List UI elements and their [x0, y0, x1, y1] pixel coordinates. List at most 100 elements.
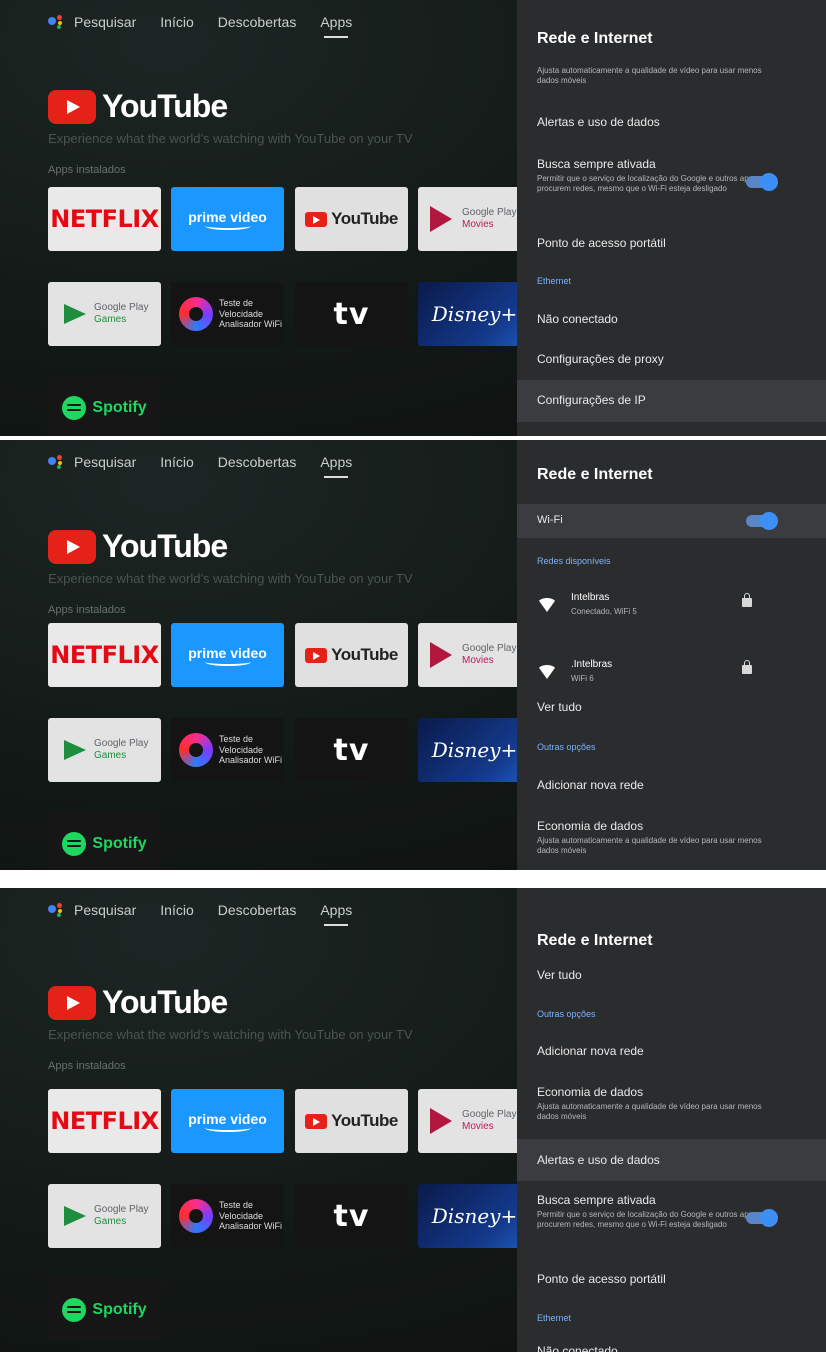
google-assistant-icon[interactable]	[48, 455, 66, 469]
app-google-play-movies[interactable]: Google Play Movies	[418, 623, 531, 687]
app-youtube[interactable]: YouTube	[295, 623, 408, 687]
network-item[interactable]: Intelbras Conectado, WiFi 5	[537, 590, 797, 626]
wifi-toggle[interactable]	[746, 512, 778, 530]
games-name: Games	[94, 1216, 127, 1227]
app-google-play-movies[interactable]: Google Play Movies	[418, 187, 531, 251]
hero-tagline: Experience what the world's watching wit…	[48, 131, 413, 146]
menu-proxy[interactable]: Configurações de proxy	[517, 352, 826, 366]
nav-search[interactable]: Pesquisar	[74, 454, 136, 470]
menu-not-connected[interactable]: Não conectado	[517, 1344, 826, 1352]
app-apple-tv[interactable]: tv	[295, 718, 408, 782]
menu-add-network[interactable]: Adicionar nova rede	[517, 778, 826, 792]
menu-hotspot[interactable]: Ponto de acesso portátil	[517, 1272, 826, 1286]
spotify-icon	[62, 396, 87, 420]
app-apple-tv[interactable]: tv	[295, 282, 408, 346]
nav-apps[interactable]: Apps	[320, 902, 352, 926]
prime-smile-icon	[204, 1124, 251, 1132]
app-prime-video[interactable]: prime video	[171, 187, 284, 251]
app-spotify[interactable]: Spotify	[48, 376, 161, 436]
panel-title: Rede e Internet	[537, 466, 653, 483]
app-netflix-label: NETFLIX	[50, 641, 159, 669]
always-scan-toggle[interactable]	[746, 1209, 778, 1227]
app-google-play-movies[interactable]: Google Play Movies	[418, 1089, 531, 1153]
play-movies-icon	[430, 642, 452, 668]
always-scan-toggle[interactable]	[746, 173, 778, 191]
nav-home[interactable]: Início	[160, 902, 193, 918]
menu-data-alerts[interactable]: Alertas e uso de dados	[517, 115, 826, 129]
data-saver-desc: Ajusta automaticamente a qualidade de ví…	[537, 836, 762, 855]
movies-name: Movies	[462, 1121, 494, 1132]
data-saver-desc: Ajusta automaticamente a qualidade de ví…	[537, 1102, 762, 1121]
app-disney-plus[interactable]: Disney+	[418, 282, 531, 346]
nav-discover[interactable]: Descobertas	[218, 14, 297, 30]
app-spotify[interactable]: Spotify	[48, 812, 161, 870]
speed-line-1: Teste de	[219, 734, 254, 745]
menu-ip-settings[interactable]: Configurações de IP	[517, 380, 826, 422]
app-disney-label: Disney+	[431, 302, 518, 326]
app-netflix[interactable]: NETFLIX	[48, 1089, 161, 1153]
not-connected-label: Não conectado	[537, 1344, 618, 1352]
menu-always-scan[interactable]: Busca sempre ativada Permitir que o serv…	[517, 1193, 826, 1229]
data-alerts-label: Alertas e uso de dados	[537, 115, 660, 129]
wifi-signal-icon	[537, 665, 557, 679]
app-apple-tv[interactable]: tv	[295, 1184, 408, 1248]
nav-discover[interactable]: Descobertas	[218, 902, 297, 918]
app-spotify[interactable]: Spotify	[48, 1278, 161, 1342]
app-youtube[interactable]: YouTube	[295, 1089, 408, 1153]
hotspot-label: Ponto de acesso portátil	[537, 236, 666, 250]
nav-apps[interactable]: Apps	[320, 454, 352, 478]
network-item[interactable]: .Intelbras WiFi 6	[537, 657, 797, 693]
app-prime-video[interactable]: prime video	[171, 623, 284, 687]
app-netflix[interactable]: NETFLIX	[48, 187, 161, 251]
youtube-hero-logo: YouTube	[48, 88, 228, 125]
google-assistant-icon[interactable]	[48, 903, 66, 917]
section-available-networks: Redes disponíveis	[537, 556, 611, 566]
menu-always-scan[interactable]: Busca sempre ativada Permitir que o serv…	[517, 157, 826, 193]
app-google-play-games[interactable]: Google Play Games	[48, 718, 161, 782]
app-prime-video[interactable]: prime video	[171, 1089, 284, 1153]
nav-home[interactable]: Início	[160, 14, 193, 30]
network-settings-panel: Rede e Internet Wi-Fi Redes disponíveis …	[517, 440, 826, 870]
menu-data-saver[interactable]: Economia de dados Ajusta automaticamente…	[517, 1085, 826, 1121]
google-assistant-icon[interactable]	[48, 15, 66, 29]
menu-hotspot[interactable]: Ponto de acesso portátil	[517, 236, 826, 250]
app-youtube-label: YouTube	[331, 645, 398, 664]
nav-apps[interactable]: Apps	[320, 14, 352, 38]
menu-data-alerts[interactable]: Alertas e uso de dados	[517, 1139, 826, 1181]
hero-tagline: Experience what the world's watching wit…	[48, 1027, 413, 1042]
speed-test-icon	[179, 297, 213, 331]
see-all-label: Ver tudo	[537, 700, 582, 714]
menu-data-saver[interactable]: Economia de dados Ajusta automaticamente…	[517, 819, 826, 855]
app-disney-plus[interactable]: Disney+	[418, 718, 531, 782]
movies-name: Movies	[462, 219, 494, 230]
app-speed-test[interactable]: Teste de Velocidade Analisador WiFi	[171, 282, 284, 346]
menu-wifi[interactable]: Wi-Fi	[517, 504, 826, 538]
app-youtube[interactable]: YouTube	[295, 187, 408, 251]
section-other-options: Outras opções	[537, 742, 596, 752]
screen-3: Pesquisar Início Descobertas Apps YouTub…	[0, 888, 826, 1352]
app-speed-test[interactable]: Teste de Velocidade Analisador WiFi	[171, 1184, 284, 1248]
add-network-label: Adicionar nova rede	[537, 1044, 644, 1058]
movies-name: Movies	[462, 655, 494, 666]
lock-icon	[742, 593, 752, 607]
screen-1: Pesquisar Início Descobertas Apps YouTub…	[0, 0, 826, 436]
app-disney-plus[interactable]: Disney+	[418, 1184, 531, 1248]
menu-not-connected[interactable]: Não conectado	[517, 312, 826, 326]
app-google-play-games[interactable]: Google Play Games	[48, 282, 161, 346]
app-google-play-games[interactable]: Google Play Games	[48, 1184, 161, 1248]
menu-see-all[interactable]: Ver tudo	[517, 700, 826, 714]
app-speed-test[interactable]: Teste de Velocidade Analisador WiFi	[171, 718, 284, 782]
menu-add-network[interactable]: Adicionar nova rede	[517, 1044, 826, 1058]
top-nav: Pesquisar Início Descobertas Apps	[48, 14, 352, 38]
app-spotify-label: Spotify	[92, 399, 147, 416]
panel-title: Rede e Internet	[537, 932, 653, 949]
nav-discover[interactable]: Descobertas	[218, 454, 297, 470]
hero-tagline: Experience what the world's watching wit…	[48, 571, 413, 586]
nav-home[interactable]: Início	[160, 454, 193, 470]
nav-search[interactable]: Pesquisar	[74, 14, 136, 30]
play-games-icon	[64, 304, 86, 324]
nav-search[interactable]: Pesquisar	[74, 902, 136, 918]
app-netflix[interactable]: NETFLIX	[48, 623, 161, 687]
menu-see-all[interactable]: Ver tudo	[517, 968, 826, 982]
speed-test-icon	[179, 733, 213, 767]
